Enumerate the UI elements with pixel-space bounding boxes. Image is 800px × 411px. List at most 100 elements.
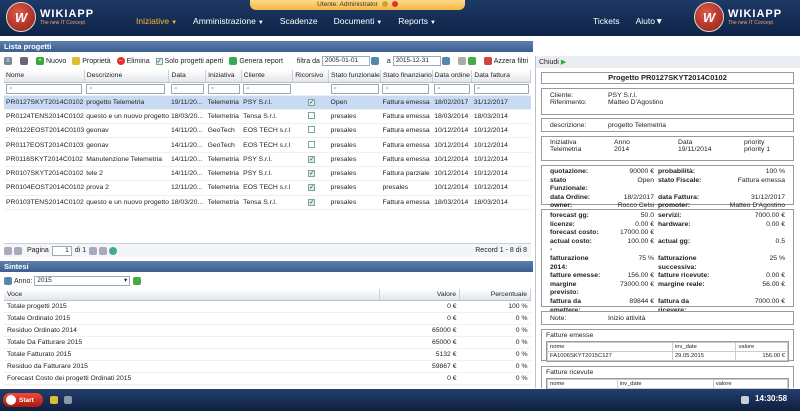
right-menu: Tickets Aiuto▼ [585,13,671,29]
column-header[interactable]: Stato finanziario [380,70,433,83]
menu-item-iniziative[interactable]: Iniziative ▼ [128,13,185,29]
status-box: quotazione: 90000 € probabilità: 100 % stato… [541,165,794,209]
table-row[interactable]: PR0122EOST2014C0103 geonav 14/11/20... GeoT… [4,123,531,139]
column-header[interactable]: Nome [4,70,85,83]
column-filter[interactable]: ⌕ [205,82,242,96]
table-cell: presales [328,109,381,125]
column-header[interactable]: Ricorsivo [292,70,330,83]
table-cell: 10/12/2014 [471,152,531,167]
next-page-icon[interactable] [89,246,98,255]
table-row[interactable]: PR0116SKYT2014C0102 Manutenzione Telemetr… [4,152,531,167]
key-icon[interactable] [381,1,388,8]
table-cell: Telemetria [205,152,242,167]
menu-item-reports[interactable]: Reports ▼ [390,13,444,29]
refresh-icon[interactable] [467,57,476,65]
app-logo[interactable]: W WIKIAPP The new IT Concept [6,2,94,32]
search-icon: ⌕ [170,83,204,94]
calendar-icon[interactable] [441,57,450,65]
column-header[interactable]: Descrizione [84,70,170,83]
refresh-icon[interactable] [133,277,142,285]
report-icon [229,57,238,65]
table-cell: 14/11/20... [168,166,206,182]
column-header[interactable]: Stato funzionale [328,70,381,83]
tray-icon[interactable] [741,396,749,404]
column-header[interactable]: Percentuale [459,289,531,301]
year-select[interactable]: 2015 ▾ [34,276,131,286]
menu-item-tickets[interactable]: Tickets [585,13,628,29]
last-page-icon[interactable] [99,246,108,255]
column-header[interactable]: Data fattura [471,70,531,83]
close-button[interactable]: Chiudi [539,59,559,66]
table-row[interactable]: PR0104EOST2014C0102 prova 2 12/11/20... Tel… [4,180,531,196]
table-cell: 18/03/20... [168,195,206,210]
chevron-down-icon: ▼ [654,16,664,26]
date-from-input[interactable]: 2005-01-01 [321,56,370,66]
column-filter[interactable]: ⌕ [4,82,85,96]
calendar-icon[interactable] [370,57,379,65]
folder-icon[interactable] [50,396,58,404]
table-row[interactable]: Totale progetti 2015 0 €100 % [4,300,531,313]
column-filter[interactable]: ⌕ [84,82,169,96]
table-cell: 12/11/20... [168,180,206,196]
properties-button[interactable]: Proprietà [72,57,111,65]
field-value: 0.5 [775,237,785,245]
report-button[interactable]: Genera report [229,57,283,65]
menu-item-aiuto[interactable]: Aiuto▼ [628,13,672,29]
table-row[interactable]: Residuo Ordinato 2014 65000 €0 % [4,324,531,337]
table-cell: questo e un nuovo progetto [84,109,169,125]
logout-icon[interactable] [391,1,398,8]
refresh-icon[interactable] [109,246,118,255]
prev-page-icon[interactable] [14,246,22,255]
field-label: forecast costo: [550,229,599,237]
menu-item-documenti[interactable]: Documenti ▼ [326,13,391,29]
column-header[interactable]: Valore [379,289,461,301]
filter-icon[interactable] [457,57,466,65]
window-icon[interactable] [64,396,72,404]
table-row[interactable]: Residuo da Fatturare 2015 59867 €0 % [4,360,531,373]
table-cell: 0 % [459,324,531,337]
menu-icon[interactable]: ≡ [4,57,14,65]
table-row[interactable]: PR0103TENS2014C0102 questo e un nuovo pro… [4,195,531,210]
table-row[interactable]: PR0124TENS2014C0102 questo e un nuovo pro… [4,109,531,125]
column-header[interactable]: Data ordine [432,70,473,83]
table-row[interactable]: Totale Da Fatturare 2015 65000 €0 % [4,336,531,349]
new-button[interactable]: + Nuovo [36,57,66,65]
column-filter[interactable]: ⌕ [168,82,206,96]
column-header[interactable]: Cliente [241,70,294,83]
column-filter[interactable]: ⌕ [328,82,381,96]
table-cell: PR0124TENS2014C0102 [4,109,85,125]
summary-toolbar: Anno: 2015 ▾ [4,274,531,288]
open-only-checkbox[interactable]: ✓ Solo progetti aperti [155,57,223,65]
table-row[interactable]: Totale Fatturato 2015 5132 €0 % [4,348,531,361]
menu-item-scadenze[interactable]: Scadenze [272,13,326,29]
page-input[interactable]: 1 [51,245,72,256]
column-filter[interactable]: ⌕ [432,82,472,96]
table-row[interactable]: PR0107SKYT2014C0102 tele 2 14/11/20... Tele… [4,166,531,182]
field-label: stato Funzionale: [550,176,588,193]
print-button[interactable] [20,57,30,65]
table-cell: 65000 € [379,324,460,337]
column-filter[interactable]: ⌕ [380,82,433,96]
date-to-input[interactable]: 2015-12-31 [392,56,441,66]
table-row[interactable]: Totale Ordinato 2015 0 €0 % [4,312,531,325]
reset-filters-button[interactable]: Azzera filtri [483,57,528,65]
delete-button[interactable]: – Elimina [116,57,150,65]
table-row[interactable]: FA1006SKYT2015C127 29.05.2015 156.00 € [547,351,788,361]
table-row[interactable]: PR0117EOST2014C0103 geonav 14/11/20... GeoT… [4,137,531,153]
table-row[interactable]: PR0127SKYT2014C0102 progetto Telemetria 19… [4,95,531,110]
play-icon[interactable]: ▶ [561,59,566,66]
column-header[interactable]: Voce [4,289,381,301]
table-cell: 10/12/2014 [471,180,531,196]
column-header[interactable]: Iniziativa [205,70,242,83]
table-row[interactable]: Forecast Costo dei progetti Ordinati 201… [4,372,531,385]
column-filter[interactable]: ⌕ [241,82,293,96]
menu-item-amministrazione[interactable]: Amministrazione ▼ [185,13,272,29]
column-filter[interactable] [292,82,329,96]
column-filter[interactable]: ⌕ [471,82,531,96]
column-header[interactable]: Data [168,70,207,83]
field-label: licenze: [550,220,575,228]
start-button[interactable]: Start [3,393,43,407]
field-value: 0.00 € [766,272,785,280]
first-page-icon[interactable] [4,246,12,255]
table-cell: Telemetria [205,195,242,210]
